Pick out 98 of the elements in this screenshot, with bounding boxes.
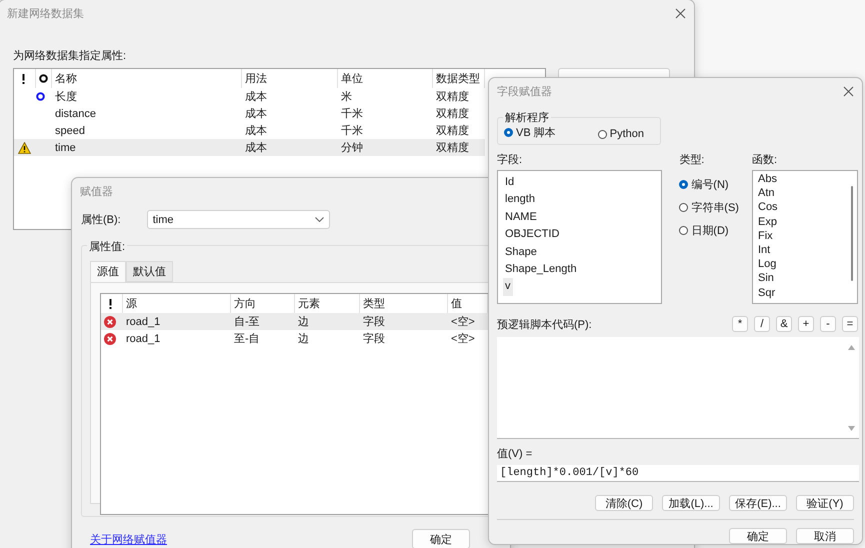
table-cell-text: 成本 (244, 107, 268, 121)
error-icon (104, 316, 116, 328)
list-item[interactable]: Cos (756, 200, 780, 215)
list-item[interactable]: Int (756, 242, 772, 258)
table-cell-text: 千米 (340, 107, 364, 121)
table-cell-text: 字段 (362, 314, 386, 329)
table-row[interactable]: road_1 至-自 边 字段 <空> (101, 330, 488, 347)
exclamation-icon (22, 74, 25, 84)
ok-button[interactable]: 确定 (729, 528, 787, 544)
table-row[interactable]: distance 成本 千米 双精度 (14, 105, 485, 122)
column-header[interactable]: 名称 (52, 69, 242, 88)
list-item[interactable]: Fix (756, 228, 775, 243)
exclamation-icon (109, 298, 112, 308)
action-button[interactable]: 保存(E)... (729, 495, 787, 511)
scroll-up-icon[interactable] (848, 345, 855, 350)
list-item[interactable]: Shape_Length (503, 260, 579, 278)
table-cell-text: 分钟 (340, 141, 364, 155)
list-item[interactable]: Atn (756, 186, 777, 200)
table-cell-text: 双精度 (435, 90, 470, 104)
radio-option[interactable]: 日期(D) (679, 223, 752, 238)
field-label: 字段: (497, 152, 524, 167)
window-title: 赋值器 (80, 184, 113, 198)
warning-icon (18, 142, 31, 154)
operator-button[interactable]: & (776, 316, 792, 332)
table-cell-text: 自-至 (233, 315, 261, 329)
operator-button[interactable]: = (842, 316, 858, 332)
table-cell-text: 长度 (54, 90, 78, 104)
operator-button[interactable]: - (820, 316, 836, 332)
ok-button[interactable]: 确定 (412, 529, 470, 548)
window-title: 新建网络数据集 (7, 6, 84, 20)
table-cell-text: speed (54, 124, 86, 136)
table-cell-text: 字段 (362, 332, 386, 346)
list-item[interactable]: Exp (756, 214, 779, 229)
close-icon[interactable] (843, 86, 854, 96)
operator-button[interactable]: / (754, 316, 770, 332)
table-cell-text: 双精度 (435, 140, 470, 155)
error-icon (104, 332, 116, 344)
list-item[interactable]: Abs (756, 172, 779, 186)
operator-button[interactable]: * (732, 316, 748, 332)
close-icon[interactable] (675, 8, 686, 18)
table-row[interactable]: road_1 自-至 边 字段 <空> (101, 313, 488, 330)
table-row[interactable]: 长度 成本 米 双精度 (14, 88, 485, 105)
window-title: 字段赋值器 (497, 84, 552, 98)
table-cell-text: 千米 (340, 124, 364, 138)
table-cell-text: 米 (340, 90, 353, 104)
field-label: 函数: (752, 153, 778, 167)
radio-option[interactable]: 字符串(S) (679, 200, 752, 215)
field-label: 类型: (679, 153, 706, 167)
table-cell-text: <空> (450, 332, 476, 346)
table-cell-text: 边 (297, 332, 310, 346)
group-label: 属性值: (87, 239, 128, 254)
list-item[interactable]: OBJECTID (503, 226, 562, 244)
action-button[interactable]: 验证(Y) (796, 495, 854, 511)
column-header[interactable]: 数据类型 (433, 69, 485, 88)
table-cell-text: 至-自 (233, 332, 261, 346)
list-item[interactable]: Shape (503, 244, 539, 261)
field-label: 属性(B): (81, 213, 121, 227)
list-item[interactable]: Id (503, 174, 516, 192)
column-header[interactable]: 单位 (338, 69, 433, 88)
tab[interactable]: 默认值 (126, 261, 173, 282)
field-label: 值(V) = (497, 447, 534, 461)
table-row[interactable]: speed 成本 千米 双精度 (14, 122, 485, 139)
table-cell-text: road_1 (125, 316, 162, 328)
cancel-button[interactable]: 取消 (796, 528, 854, 544)
table-cell-text: 成本 (244, 90, 268, 104)
table-cell-text: 双精度 (435, 124, 470, 138)
list-item[interactable]: v (503, 278, 512, 296)
operator-button[interactable]: + (798, 316, 814, 332)
table-cell-text: road_1 (125, 332, 162, 344)
radio-option[interactable]: Python (598, 128, 644, 140)
scroll-down-icon[interactable] (848, 426, 855, 431)
table-cell-text: distance (54, 108, 97, 120)
list-item[interactable]: Sin (756, 271, 776, 286)
table-cell-text: <空> (450, 314, 476, 329)
chevron-icon (314, 217, 324, 222)
table-cell-text: 成本 (244, 141, 268, 155)
attribute-dropdown[interactable]: time (146, 210, 330, 229)
table-cell-text: 边 (297, 315, 310, 329)
field-label: 预逻辑脚本代码(P): (497, 318, 592, 332)
action-button[interactable]: 清除(C) (595, 495, 653, 511)
list-item[interactable]: Log (756, 257, 778, 272)
action-button[interactable]: 加载(L)... (662, 495, 720, 511)
expression-field[interactable]: [length]*0.001/[v]*60 (497, 465, 859, 482)
tab[interactable]: 源值 (90, 261, 126, 282)
column-header[interactable]: 用法 (242, 69, 338, 88)
table-cell-text: 成本 (244, 124, 268, 138)
scrollbar-thumb[interactable] (851, 186, 853, 281)
help-link[interactable]: 关于网络赋值器 (90, 532, 167, 546)
list-item[interactable]: Sqr (756, 286, 778, 300)
list-item[interactable]: NAME (503, 208, 539, 226)
radio-option[interactable]: 编号(N) (679, 177, 752, 192)
list-item[interactable]: length (503, 191, 537, 209)
group-label: 解析程序 (503, 110, 551, 125)
radio-option[interactable]: VB 脚本 (504, 125, 556, 140)
section-label: 为网络数据集指定属性: (13, 48, 128, 63)
table-cell-text: time (54, 142, 77, 154)
table-cell-text: 双精度 (435, 106, 470, 121)
table-row[interactable]: time 成本 分钟 双精度 (14, 139, 485, 156)
